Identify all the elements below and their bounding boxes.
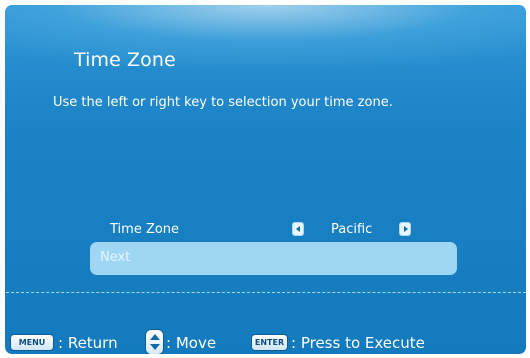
- page-title: Time Zone: [74, 49, 176, 71]
- time-zone-value: Pacific: [331, 222, 373, 237]
- enter-key-icon: ENTER: [251, 334, 288, 351]
- execute-hint: : Press to Execute: [291, 334, 425, 352]
- move-hint: : Move: [166, 334, 217, 352]
- time-zone-label: Time Zone: [110, 222, 180, 237]
- osd-screen: Time Zone Use the left or right key to s…: [5, 5, 526, 354]
- time-zone-setting-row[interactable]: Time Zone Pacific: [5, 221, 526, 243]
- next-button[interactable]: Next: [90, 242, 457, 275]
- page-description: Use the left or right key to selection y…: [53, 95, 393, 110]
- footer-hints: MENU : Return : Move ENTER : Press to Ex…: [5, 327, 526, 354]
- up-down-key-icon: [145, 329, 164, 354]
- left-arrow-icon[interactable]: [292, 222, 304, 236]
- return-hint: : Return: [58, 334, 118, 352]
- menu-key-icon: MENU: [10, 334, 54, 351]
- right-arrow-icon[interactable]: [399, 222, 411, 236]
- footer-divider: [6, 292, 526, 293]
